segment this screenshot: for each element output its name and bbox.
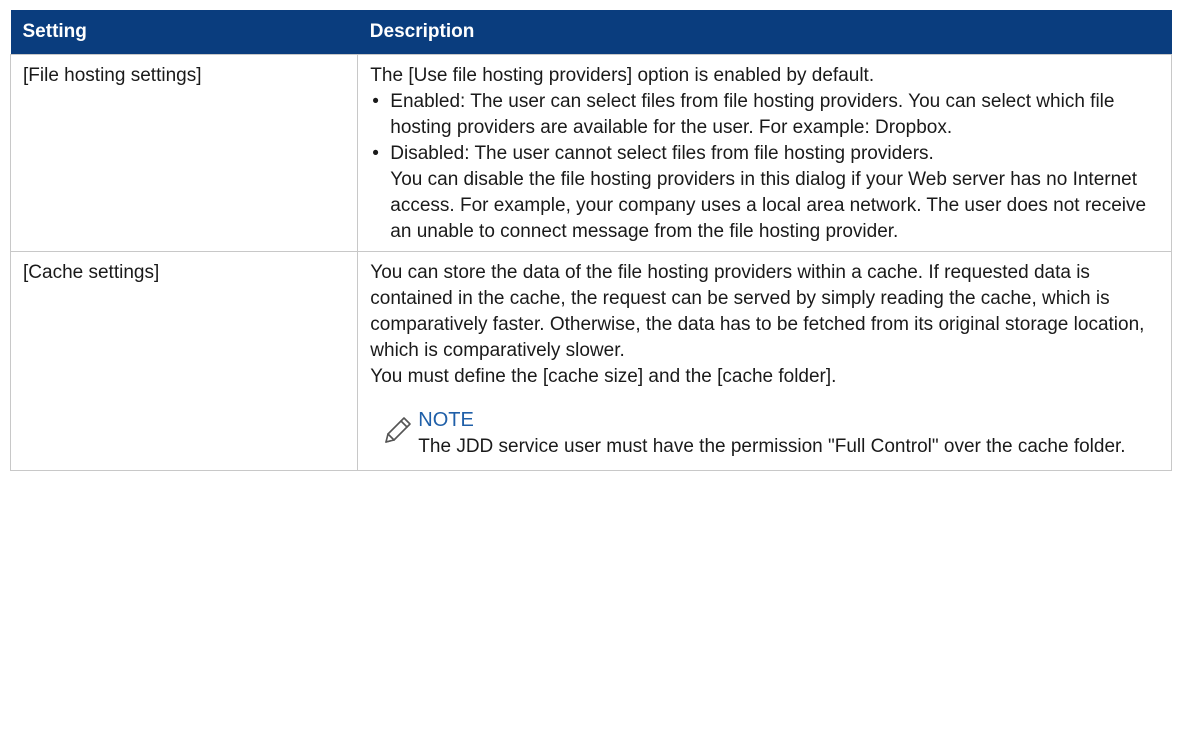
bullet-enabled: Enabled: The user can select files from … [390, 91, 1115, 138]
list-item: Disabled: The user cannot select files f… [370, 141, 1159, 245]
table-row: [File hosting settings] The [Use file ho… [9, 54, 1172, 252]
note-text: The JDD service user must have the permi… [418, 436, 1126, 457]
bullet-disabled: Disabled: The user cannot select files f… [390, 143, 934, 164]
bullet-list: Enabled: The user can select files from … [370, 89, 1159, 245]
setting-description: You can store the data of the file hosti… [357, 251, 1172, 471]
note-block: NOTE The JDD service user must have the … [370, 408, 1159, 464]
list-item: Enabled: The user can select files from … [370, 89, 1159, 141]
settings-table: Setting Description [File hosting settin… [9, 10, 1172, 471]
table-header-row: Setting Description [10, 10, 1172, 55]
note-title: NOTE [418, 409, 474, 431]
description-intro: The [Use file hosting providers] option … [370, 65, 875, 86]
description-paragraph: You must define the [cache size] and the… [370, 366, 837, 387]
setting-name: [Cache settings] [9, 251, 359, 471]
table-row: [Cache settings] You can store the data … [9, 251, 1172, 471]
setting-description: The [Use file hosting providers] option … [357, 54, 1172, 252]
setting-name: [File hosting settings] [9, 54, 359, 252]
bullet-disabled-extra: You can disable the file hosting provide… [390, 169, 1147, 242]
pencil-note-icon [385, 417, 412, 443]
header-setting: Setting [10, 10, 358, 55]
description-paragraph: You can store the data of the file hosti… [370, 262, 1145, 361]
header-description: Description [357, 10, 1172, 55]
